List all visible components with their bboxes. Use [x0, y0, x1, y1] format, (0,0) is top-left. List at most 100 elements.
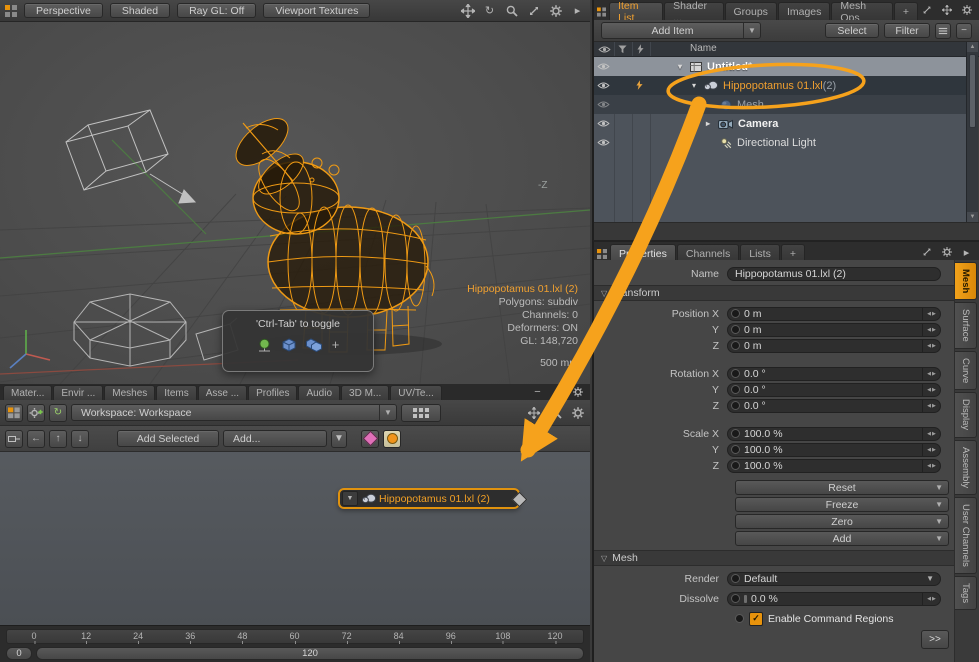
maximize-icon[interactable] [919, 245, 934, 260]
channel-dot[interactable] [731, 325, 740, 334]
expander-icon[interactable]: ▸ [706, 119, 718, 128]
arrow-down-button[interactable]: ↓ [71, 430, 89, 448]
tab-mesh-ops[interactable]: Mesh Ops [831, 2, 892, 20]
side-tab-user-channels[interactable]: User Channels [955, 497, 977, 574]
panel-thumb-icon[interactable] [597, 249, 607, 259]
side-tab-mesh[interactable]: Mesh [955, 262, 977, 300]
viewport-3d[interactable]: -Z Hippopotamus 01.lxl (2) Polygons: sub… [0, 22, 590, 384]
orbit-icon[interactable]: ↻ [482, 3, 497, 18]
position-z-input[interactable]: 0 m◀▶ [727, 339, 941, 353]
mini-slider-icon[interactable]: ◀▶ [922, 400, 940, 412]
tab-environments[interactable]: Envir ... [53, 385, 103, 400]
arrow-left-button[interactable]: ← [27, 430, 45, 448]
layout-presets-button[interactable] [401, 404, 441, 422]
filter-column-icon[interactable] [618, 45, 627, 57]
position-y-input[interactable]: 0 m◀▶ [727, 323, 941, 337]
add-combo[interactable]: Add... [223, 430, 327, 447]
viewport-textures-button[interactable]: Viewport Textures [263, 3, 370, 18]
tab-assemblies[interactable]: Asse ... [198, 385, 247, 400]
list-view-icon[interactable] [935, 23, 951, 39]
tree-row-directional-light[interactable]: Directional Light [594, 133, 968, 152]
pan-icon[interactable] [460, 3, 475, 18]
side-tab-display[interactable]: Display [955, 392, 977, 437]
mini-slider-icon[interactable]: ◀▶ [922, 368, 940, 380]
shading-mode-button[interactable]: Shaded [110, 3, 170, 18]
link-type-swatch-pink[interactable] [361, 430, 379, 448]
maximize-icon[interactable] [919, 3, 934, 18]
tab-add[interactable]: + [894, 2, 918, 20]
channel-dot[interactable] [731, 461, 740, 470]
eye-icon[interactable] [597, 138, 610, 150]
add-dropdown-arrow[interactable]: ▼ [331, 430, 347, 448]
channel-dot[interactable] [731, 594, 740, 603]
zero-button[interactable]: Zero▼ [735, 514, 949, 529]
schematic-node-hippopotamus[interactable]: ▼ Hippopotamus 01.lxl (2) [338, 488, 520, 509]
select-button[interactable]: Select [825, 23, 879, 38]
mesh-section-header[interactable]: ▽ Mesh [594, 550, 954, 566]
rotation-x-input[interactable]: 0.0 °◀▶ [727, 367, 941, 381]
tree-row-camera[interactable]: ▸ Camera [594, 114, 968, 133]
mini-slider-icon[interactable]: ◀▶ [922, 384, 940, 396]
gear-icon[interactable] [570, 405, 585, 420]
node-collapse-button[interactable]: ▼ [342, 491, 358, 506]
rotation-z-input[interactable]: 0.0 °◀▶ [727, 399, 941, 413]
channel-dot[interactable] [731, 574, 740, 583]
tree-row-hippopotamus[interactable]: ▾ Hippopotamus 01.lxl (2) [594, 76, 968, 95]
scale-y-input[interactable]: 100.0 %◀▶ [727, 443, 941, 457]
transform-section-header[interactable]: ▽ Transform [594, 285, 954, 301]
name-column-header[interactable]: Name [690, 43, 717, 54]
channel-dot[interactable] [731, 401, 740, 410]
tab-shader-tree[interactable]: Shader ... [664, 2, 723, 20]
pan-icon[interactable] [939, 3, 954, 18]
side-tab-tags[interactable]: Tags [955, 576, 977, 610]
channel-dot[interactable] [731, 429, 740, 438]
filter-button[interactable]: Filter [884, 23, 930, 38]
node-link-icon[interactable] [5, 430, 23, 448]
tab-3d-model[interactable]: 3D M... [341, 385, 389, 400]
side-tab-surface[interactable]: Surface [955, 302, 977, 349]
tab-items[interactable]: Items [156, 385, 196, 400]
expander-icon[interactable]: ▾ [692, 81, 704, 90]
tab-item-list[interactable]: Item List [609, 2, 663, 20]
gear-icon[interactable] [939, 245, 954, 260]
maximize-icon[interactable] [550, 385, 565, 400]
eye-icon[interactable] [597, 62, 610, 74]
tab-groups[interactable]: Groups [725, 2, 777, 20]
refresh-icon[interactable]: ↻ [49, 404, 67, 422]
scroll-down-icon[interactable]: ▼ [967, 212, 978, 222]
eye-icon[interactable] [597, 81, 610, 93]
mini-slider-icon[interactable]: ◀▶ [922, 593, 940, 605]
timeline-ruler[interactable]: 01224364860728496108120 [6, 629, 584, 644]
expander-icon[interactable]: ▾ [678, 62, 690, 71]
panel-thumb-icon[interactable] [5, 5, 17, 17]
panel-thumb-icon[interactable] [597, 7, 606, 17]
range-start-field[interactable]: 0 [6, 647, 32, 660]
visibility-column-icon[interactable] [598, 45, 611, 57]
side-tab-curve[interactable]: Curve [955, 351, 977, 390]
side-tab-assembly[interactable]: Assembly [955, 440, 977, 495]
position-x-input[interactable]: 0 m◀▶ [727, 307, 941, 321]
panel-chevron-icon[interactable]: ▸ [570, 3, 585, 18]
mini-slider-icon[interactable]: ◀▶ [922, 340, 940, 352]
mini-slider-icon[interactable]: ◀▶ [922, 444, 940, 456]
eye-icon[interactable] [597, 100, 610, 112]
scale-x-input[interactable]: 100.0 %◀▶ [727, 427, 941, 441]
mini-slider-icon[interactable]: ◀▶ [922, 308, 940, 320]
tab-profiles[interactable]: Profiles [248, 385, 297, 400]
panel-chevron-icon[interactable]: ▸ [959, 245, 974, 260]
reset-button[interactable]: Reset▼ [735, 480, 949, 495]
tab-images[interactable]: Images [778, 2, 830, 20]
add-selected-button[interactable]: Add Selected [117, 430, 219, 447]
scale-z-input[interactable]: 100.0 %◀▶ [727, 459, 941, 473]
schematic-panel[interactable]: ↻ Workspace: Workspace ▼ ← ↑ ↓ Add Selec… [0, 400, 590, 625]
gear-icon[interactable] [959, 3, 974, 18]
collapse-all-icon[interactable]: − [956, 23, 972, 39]
perspective-button[interactable]: Perspective [24, 3, 103, 18]
add-item-combo[interactable]: Add Item ▼ [601, 22, 761, 39]
scroll-up-icon[interactable]: ▲ [967, 42, 978, 52]
tree-row-mesh[interactable]: Mesh [594, 95, 968, 114]
workspace-selector[interactable]: Workspace: Workspace ▼ [71, 404, 397, 421]
mini-slider-icon[interactable]: ◀▶ [922, 428, 940, 440]
channel-dot[interactable] [735, 614, 744, 623]
channel-dot[interactable] [731, 341, 740, 350]
